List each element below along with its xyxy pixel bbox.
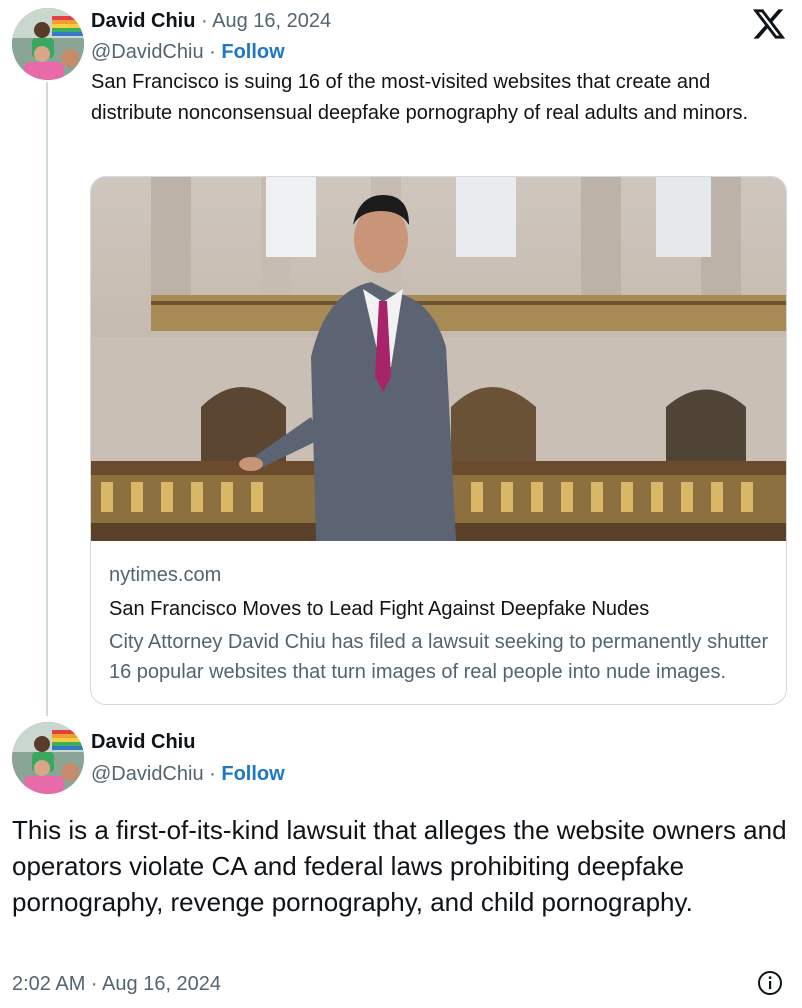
- handle-row: @DavidChiu · Follow: [91, 40, 285, 64]
- avatar[interactable]: [12, 8, 84, 80]
- card-meta: nytimes.com San Francisco Moves to Lead …: [109, 561, 774, 687]
- tweet-timestamp[interactable]: 2:02 AM · Aug 16, 2024: [12, 970, 221, 998]
- link-preview-card[interactable]: nytimes.com San Francisco Moves to Lead …: [90, 176, 787, 705]
- thread-connector-line: [46, 82, 48, 716]
- reply-handle-row: @DavidChiu · Follow: [91, 762, 285, 786]
- x-logo-icon[interactable]: [751, 6, 787, 42]
- follow-button[interactable]: Follow: [221, 763, 284, 785]
- avatar[interactable]: [12, 722, 84, 794]
- author-name[interactable]: David Chiu: [91, 731, 195, 753]
- author-name[interactable]: David Chiu: [91, 10, 195, 32]
- handle-separator: ·: [209, 41, 216, 63]
- reply-tweet-text: This is a first-of-its-kind lawsuit that…: [12, 815, 787, 917]
- card-domain: nytimes.com: [109, 564, 222, 586]
- follow-button[interactable]: Follow: [221, 41, 284, 63]
- article-image: [91, 177, 786, 541]
- author-handle[interactable]: @DavidChiu: [91, 763, 204, 785]
- reply-header: David Chiu: [91, 730, 195, 754]
- tweet-text: San Francisco is suing 16 of the most-vi…: [91, 71, 749, 124]
- handle-separator: ·: [209, 763, 216, 785]
- card-description: City Attorney David Chiu has filed a law…: [109, 631, 769, 683]
- card-title[interactable]: San Francisco Moves to Lead Fight Agains…: [109, 595, 774, 623]
- author-handle[interactable]: @DavidChiu: [91, 41, 204, 63]
- tweet-date[interactable]: Aug 16, 2024: [212, 10, 331, 32]
- info-icon[interactable]: [757, 970, 783, 996]
- header-separator: ·: [201, 10, 208, 32]
- tweet-header: David Chiu · Aug 16, 2024: [91, 9, 331, 33]
